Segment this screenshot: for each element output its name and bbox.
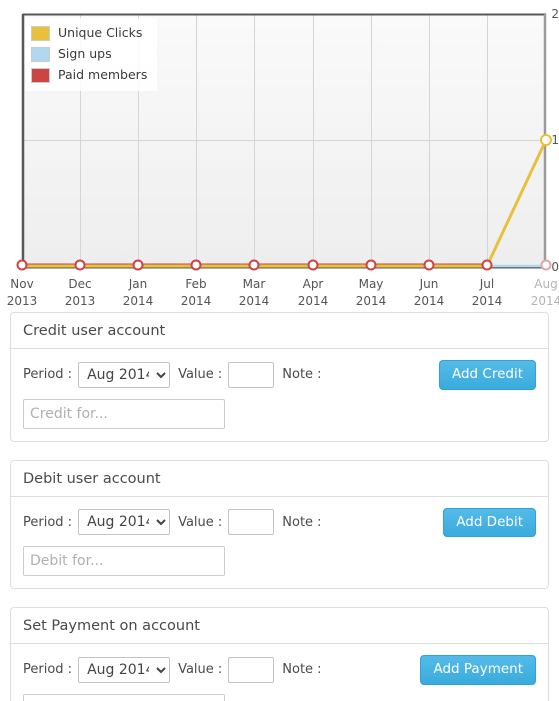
x-tick-4-month: Mar	[242, 277, 266, 291]
payment-panel-title: Set Payment on account	[11, 608, 548, 644]
credit-note-input[interactable]	[23, 398, 225, 429]
credit-note-label: Note :	[282, 367, 322, 383]
legend-label-paid-members: Paid members	[58, 67, 148, 83]
x-tick-0: Nov 2013	[0, 276, 52, 310]
payment-note-input[interactable]	[23, 693, 225, 701]
debit-value-label: Value :	[178, 514, 223, 530]
x-tick-4: Mar 2014	[224, 276, 284, 310]
x-tick-3-month: Feb	[185, 277, 207, 291]
x-tick-8-year: 2014	[471, 294, 503, 308]
debit-note-input[interactable]	[23, 546, 225, 576]
debit-period-label: Period :	[23, 514, 73, 530]
debit-panel-title: Debit user account	[11, 461, 548, 497]
legend-item-paid-members[interactable]: Paid members	[31, 65, 147, 86]
debit-panel-body: Period : Aug 2014 Value : Note : Add Deb…	[11, 497, 548, 589]
x-tick-2: Jan 2014	[108, 276, 168, 310]
debit-form-row: Period : Aug 2014 Value : Note : Add Deb…	[23, 507, 536, 537]
payment-value-label: Value :	[178, 662, 223, 678]
x-tick-1-year: 2013	[64, 294, 96, 308]
debit-note-label: Note :	[282, 514, 322, 530]
analytics-chart: 2 1 0 Nov 2013 Dec 2013 Jan 2014 Feb 201…	[0, 0, 559, 312]
credit-value-input[interactable]	[228, 361, 275, 388]
x-tick-8: Jul 2014	[457, 276, 517, 310]
x-tick-6-month: May	[358, 277, 384, 291]
x-tick-6-year: 2014	[355, 294, 387, 308]
debit-value-input[interactable]	[228, 509, 275, 536]
x-tick-1: Dec 2013	[50, 276, 110, 310]
legend-item-unique-clicks[interactable]: Unique Clicks	[31, 23, 147, 44]
x-tick-9-month: Aug	[534, 277, 558, 291]
add-payment-button[interactable]: Add Payment	[420, 655, 536, 685]
x-tick-1-month: Dec	[68, 277, 92, 291]
y-tick-0: 0	[551, 260, 559, 274]
credit-period-select[interactable]: Aug 2014	[78, 361, 171, 388]
credit-panel-body: Period : Aug 2014 Value : Note : Add Cre…	[11, 349, 548, 441]
x-tick-7-month: Jun	[419, 277, 439, 291]
x-tick-7-year: 2014	[413, 294, 445, 308]
legend-label-sign-ups: Sign ups	[58, 46, 112, 62]
x-tick-0-month: Nov	[10, 277, 34, 291]
x-tick-5-year: 2014	[297, 294, 329, 308]
x-tick-8-month: Jul	[479, 277, 495, 291]
credit-user-account-panel: Credit user account Period : Aug 2014 Va…	[10, 312, 549, 442]
payment-value-input[interactable]	[228, 656, 275, 683]
x-tick-3: Feb 2014	[166, 276, 226, 310]
payment-panel-body: Period : Aug 2014 Value : Note : Add Pay…	[11, 644, 548, 701]
x-tick-2-month: Jan	[128, 277, 148, 291]
add-debit-button[interactable]: Add Debit	[443, 507, 536, 537]
credit-panel-title: Credit user account	[11, 313, 548, 349]
y-tick-1: 1	[551, 133, 559, 147]
payment-period-label: Period :	[23, 662, 73, 678]
credit-form-row: Period : Aug 2014 Value : Note : Add Cre…	[23, 360, 536, 390]
legend-label-unique-clicks: Unique Clicks	[58, 25, 143, 41]
payment-note-label: Note :	[282, 662, 322, 678]
payment-period-select[interactable]: Aug 2014	[78, 656, 171, 683]
credit-period-label: Period :	[23, 367, 73, 383]
payment-form-row: Period : Aug 2014 Value : Note : Add Pay…	[23, 655, 536, 685]
debit-user-account-panel: Debit user account Period : Aug 2014 Val…	[10, 459, 549, 589]
chart-legend: Unique Clicks Sign ups Paid members	[25, 18, 158, 91]
x-tick-9: Aug 2014	[516, 276, 559, 310]
legend-swatch-icon-paid-members	[31, 68, 50, 83]
legend-swatch-icon-unique-clicks	[31, 26, 50, 41]
debit-period-select[interactable]: Aug 2014	[78, 509, 171, 536]
x-tick-0-year: 2013	[6, 294, 38, 308]
x-tick-9-year: 2014	[530, 294, 559, 308]
legend-item-sign-ups[interactable]: Sign ups	[31, 44, 147, 65]
y-tick-2: 2	[551, 7, 559, 21]
x-tick-4-year: 2014	[238, 294, 270, 308]
add-credit-button[interactable]: Add Credit	[438, 360, 536, 390]
credit-value-label: Value :	[178, 367, 223, 383]
x-tick-5: Apr 2014	[283, 276, 343, 310]
x-tick-2-year: 2014	[122, 294, 154, 308]
x-tick-3-year: 2014	[180, 294, 212, 308]
set-payment-on-account-panel: Set Payment on account Period : Aug 2014…	[10, 607, 549, 701]
x-tick-7: Jun 2014	[399, 276, 459, 310]
x-tick-6: May 2014	[341, 276, 401, 310]
legend-swatch-icon-sign-ups	[31, 47, 50, 62]
x-tick-5-month: Apr	[302, 277, 324, 291]
